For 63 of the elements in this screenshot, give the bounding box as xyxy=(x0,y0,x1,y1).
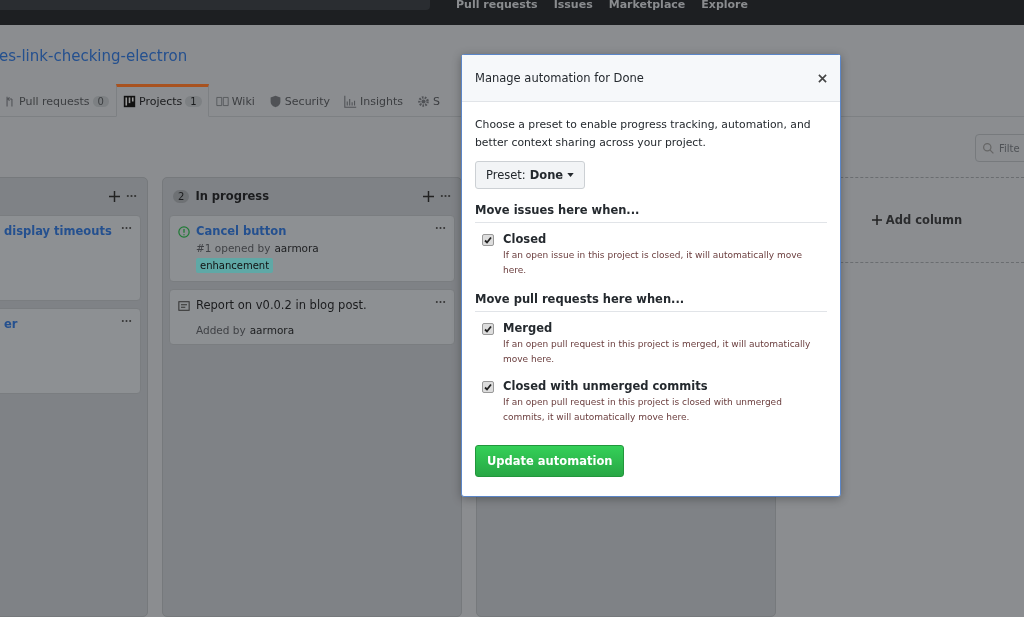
card-meta: Added by xyxy=(196,324,246,336)
section-heading: Move pull requests here when... xyxy=(475,292,827,312)
option-description: If an open pull request in this project is closed with unmerged commits, it will automatically move here. xyxy=(503,396,783,424)
close-icon[interactable] xyxy=(818,73,827,83)
nav-link[interactable]: Marketplace xyxy=(608,0,686,11)
card-count: 2 xyxy=(173,189,190,203)
nav-link[interactable]: Pull requests xyxy=(456,0,538,11)
bar-graph-icon xyxy=(344,95,357,108)
shield-icon xyxy=(268,95,282,108)
nav-link[interactable]: Explore xyxy=(701,0,748,11)
repo-title[interactable]: es-link-checking-electron xyxy=(0,47,1024,69)
card-title[interactable]: display timeouts xyxy=(4,224,115,238)
project-card[interactable]: er xyxy=(0,308,141,394)
add-icon[interactable] xyxy=(109,190,120,202)
option-description: If an open pull request in this project is merged, it will automatically move here. xyxy=(503,338,812,366)
filter-field[interactable]: Filte xyxy=(975,134,1024,162)
search-icon xyxy=(982,141,995,155)
project-card[interactable]: Cancel button #1 opened by aarmora enhancement xyxy=(169,215,455,282)
more-icon[interactable] xyxy=(121,226,132,230)
checkbox[interactable] xyxy=(482,234,494,246)
dialog-description: Choose a preset to enable progress tracking, automation, and better context sharing across your project. xyxy=(475,117,812,151)
plus-icon xyxy=(871,215,882,225)
issue-icon xyxy=(178,226,190,238)
repo-tab[interactable]: Projects 1 xyxy=(115,84,209,117)
more-icon[interactable] xyxy=(121,319,132,323)
more-icon[interactable] xyxy=(126,194,137,198)
preset-dropdown[interactable]: Preset: Done xyxy=(475,161,586,189)
card-meta: #1 opened by xyxy=(196,242,271,254)
note-icon xyxy=(178,300,190,312)
author-link[interactable]: aarmora xyxy=(249,324,295,336)
repo-tab[interactable]: Pull requests 0 xyxy=(0,84,116,117)
author-link[interactable]: aarmora xyxy=(274,242,319,254)
section-heading: Move issues here when... xyxy=(475,203,827,223)
checkbox[interactable] xyxy=(482,381,494,393)
dialog-title: Manage automation for Done xyxy=(475,71,644,85)
card-title[interactable]: er xyxy=(4,317,115,331)
option-label: Merged xyxy=(503,321,554,335)
project-card[interactable]: Report on v0.0.2 in blog post. Added by aarmora xyxy=(169,289,455,345)
update-automation-button[interactable]: Update automation xyxy=(475,445,625,477)
repo-tab[interactable]: Insights xyxy=(337,84,410,117)
repo-tab[interactable]: Wiki xyxy=(208,84,262,117)
option-description: If an open issue in this project is closed, it will automatically move here. xyxy=(503,249,804,277)
card-title[interactable]: Cancel button xyxy=(196,224,429,238)
pull-request-icon xyxy=(3,95,16,108)
nav-link[interactable]: Issues xyxy=(553,0,593,11)
settings-icon xyxy=(417,95,430,108)
checkbox[interactable] xyxy=(482,323,494,335)
book-icon xyxy=(215,95,229,108)
filter-placeholder: Filte xyxy=(999,142,1020,154)
project-board-icon xyxy=(122,95,136,108)
more-icon[interactable] xyxy=(440,194,451,198)
repo-tab[interactable]: Security xyxy=(261,84,337,117)
project-card[interactable]: display timeouts xyxy=(0,215,141,301)
add-column-button[interactable]: Add column xyxy=(871,213,963,227)
more-icon[interactable] xyxy=(435,300,446,304)
add-icon[interactable] xyxy=(423,190,434,202)
card-note: Report on v0.0.2 in blog post. xyxy=(196,298,368,312)
option-label: Closed with unmerged commits xyxy=(503,379,709,393)
option-label: Closed xyxy=(503,232,548,246)
column-title: In progress xyxy=(195,189,270,203)
repo-tab[interactable]: S xyxy=(410,84,447,117)
issue-label[interactable]: enhancement xyxy=(196,258,274,273)
more-icon[interactable] xyxy=(435,226,446,230)
